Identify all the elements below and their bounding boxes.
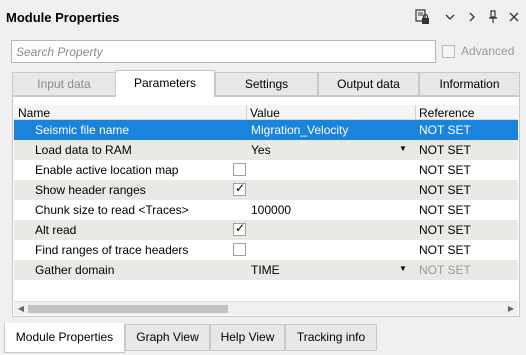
row-name: Enable active location map [35, 163, 179, 177]
grid-row-alt-read[interactable]: Alt read NOT SET [14, 220, 518, 240]
chevron-down-icon[interactable] [442, 8, 458, 26]
row-name: Chunk size to read <Traces> [35, 203, 189, 217]
parameters-panel: Name Value Reference Seismic file name M… [12, 96, 520, 317]
row-reference[interactable]: NOT SET [419, 140, 471, 160]
grid-row-chunk-size[interactable]: Chunk size to read <Traces> 100000 NOT S… [14, 200, 518, 220]
grid-row-enable-active-location-map[interactable]: Enable active location map NOT SET [14, 160, 518, 180]
panel-title: Module Properties [6, 10, 120, 25]
row-name: Seismic file name [35, 123, 130, 137]
advanced-toggle[interactable]: Advanced [442, 44, 514, 58]
row-value-checkbox[interactable] [233, 221, 246, 236]
grid-row-find-ranges-of-trace-headers[interactable]: Find ranges of trace headers NOT SET [14, 240, 518, 260]
dropdown-arrow-icon[interactable]: ▼ [399, 260, 407, 280]
tab-help-view[interactable]: Help View [210, 324, 285, 351]
row-reference[interactable]: NOT SET [419, 220, 471, 240]
scrollbar-thumb[interactable] [28, 305, 228, 313]
grid-row-load-data-to-ram[interactable]: Load data to RAM Yes ▼ NOT SET [14, 140, 518, 160]
grid-row-show-header-ranges[interactable]: Show header ranges NOT SET [14, 180, 518, 200]
row-name: Show header ranges [35, 183, 146, 197]
tab-information[interactable]: Information [419, 72, 520, 96]
chevron-right-icon[interactable] [464, 8, 480, 26]
column-header-name[interactable]: Name [18, 106, 50, 120]
property-grid: Name Value Reference Seismic file name M… [14, 105, 518, 280]
search-input[interactable] [12, 41, 435, 62]
row-name: Alt read [35, 223, 77, 237]
column-divider[interactable] [246, 105, 247, 120]
tab-graph-view[interactable]: Graph View [125, 324, 210, 351]
tab-settings[interactable]: Settings [215, 72, 318, 96]
property-tabs: Input data Parameters Settings Output da… [12, 70, 520, 97]
row-reference[interactable]: NOT SET [419, 200, 471, 220]
row-value-checkbox[interactable] [233, 181, 246, 196]
row-value-dropdown[interactable]: TIME [251, 260, 280, 280]
advanced-label: Advanced [461, 44, 515, 58]
column-divider[interactable] [415, 105, 416, 120]
row-reference[interactable]: NOT SET [419, 160, 471, 180]
tab-module-properties[interactable]: Module Properties [4, 323, 125, 353]
title-bar: Module Properties [0, 0, 526, 36]
advanced-checkbox[interactable] [442, 44, 455, 58]
row-value[interactable]: 100000 [251, 200, 291, 220]
row-name: Gather domain [35, 263, 115, 277]
row-value-checkbox[interactable] [233, 163, 246, 176]
close-icon[interactable] [506, 8, 522, 26]
bottom-tabs: Module Properties Graph View Help View T… [0, 323, 526, 355]
row-reference[interactable]: NOT SET [419, 260, 471, 280]
grid-header: Name Value Reference [14, 105, 518, 120]
row-name: Find ranges of trace headers [35, 243, 189, 257]
row-reference[interactable]: NOT SET [419, 120, 471, 140]
tab-parameters[interactable]: Parameters [115, 70, 215, 97]
column-header-value[interactable]: Value [250, 106, 280, 120]
grid-row-seismic-file-name[interactable]: Seismic file name Migration_Velocity NOT… [14, 120, 518, 140]
row-value-dropdown[interactable]: Yes [251, 140, 271, 160]
horizontal-scrollbar[interactable]: ◀ ▶ [14, 301, 518, 315]
row-value[interactable]: Migration_Velocity [251, 120, 348, 140]
scroll-right-icon[interactable]: ▶ [505, 303, 517, 315]
scroll-left-icon[interactable]: ◀ [15, 303, 27, 315]
search-box [11, 40, 436, 63]
grid-row-gather-domain[interactable]: Gather domain TIME ▼ NOT SET [14, 260, 518, 280]
dropdown-arrow-icon[interactable]: ▼ [399, 140, 407, 160]
row-reference[interactable]: NOT SET [419, 240, 471, 260]
lock-icon[interactable] [414, 8, 430, 26]
row-name: Load data to RAM [35, 143, 132, 157]
tab-output-data[interactable]: Output data [318, 72, 419, 96]
tab-input-data[interactable]: Input data [12, 72, 116, 96]
row-value-checkbox[interactable] [233, 243, 246, 256]
pin-icon[interactable] [485, 8, 501, 26]
row-reference[interactable]: NOT SET [419, 180, 471, 200]
column-header-reference[interactable]: Reference [419, 106, 474, 120]
tab-tracking-info[interactable]: Tracking info [285, 324, 377, 351]
